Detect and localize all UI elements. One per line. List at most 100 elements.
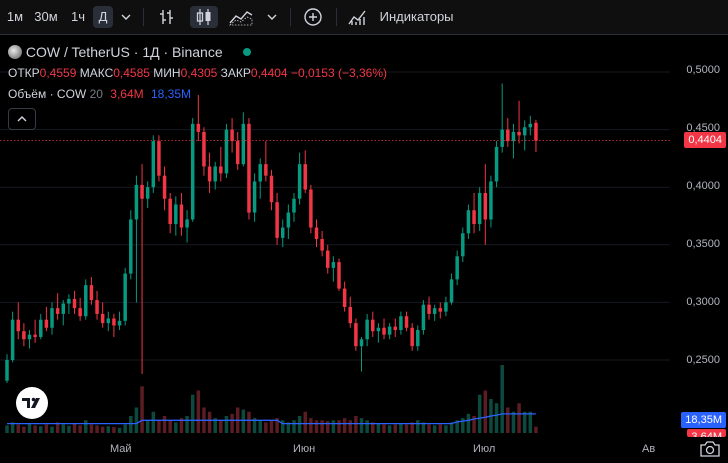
candle (461, 227, 465, 263)
candle (67, 294, 71, 314)
candle-body (303, 164, 307, 190)
volume-bar (348, 420, 352, 433)
candle-body (33, 334, 37, 337)
volume-legend[interactable]: Объём · COW 20 3,64M 18,35M (8, 87, 191, 101)
candle-body (528, 123, 533, 128)
candle-body (264, 164, 268, 176)
candle-body (258, 164, 262, 182)
volume-bar (314, 420, 319, 433)
candle-body (22, 331, 26, 340)
candle (140, 164, 144, 374)
change-value: −0,0153 (−3,36%) (290, 66, 388, 80)
volume-bar (382, 424, 386, 433)
candle-body (365, 319, 369, 340)
low-label: МИН (153, 66, 181, 80)
interval-dropdown-button[interactable] (116, 6, 136, 28)
volume-bar (393, 424, 398, 433)
candle-body (410, 327, 414, 347)
candle (427, 296, 431, 320)
volume-bar (224, 416, 229, 433)
candle-body (376, 327, 381, 332)
candle-body (219, 166, 223, 174)
volume-bar (387, 425, 392, 433)
volume-bar (151, 411, 156, 433)
candle (219, 146, 223, 182)
candle-body (84, 285, 88, 317)
candle-body (50, 308, 54, 328)
area-chart-type-button[interactable] (226, 6, 256, 28)
volume-bar (522, 411, 527, 433)
market-status-dot (242, 48, 251, 56)
candle-body (461, 233, 465, 257)
collapse-legend-button[interactable] (8, 108, 36, 130)
time-tick: Май (110, 443, 132, 455)
candle (444, 296, 448, 317)
candle-body (140, 184, 144, 199)
candle (89, 277, 94, 305)
interval-1m-button[interactable]: 1м (4, 6, 26, 28)
volume-bar (5, 425, 9, 433)
candle (528, 115, 533, 136)
plus-circle-icon (304, 8, 322, 26)
candle-body (134, 184, 139, 220)
tradingview-logo[interactable] (16, 387, 48, 419)
candle (286, 204, 291, 240)
interval-day-button[interactable]: Д (93, 6, 113, 28)
volume-bar (303, 411, 307, 433)
candle (168, 192, 172, 234)
volume-bar (50, 426, 54, 433)
interval-30m-button[interactable]: 30м (30, 6, 62, 28)
volume-ma-tag: 18,35M (681, 412, 726, 428)
candle (202, 127, 206, 176)
volume-bar (247, 411, 251, 433)
volume-bar (309, 418, 313, 433)
volume-bar (241, 409, 246, 433)
candle (534, 119, 538, 153)
bars-icon (160, 10, 173, 24)
candle (314, 219, 319, 248)
volume-bar (162, 416, 167, 433)
candle (269, 169, 274, 211)
candle-body (5, 360, 9, 381)
candles (5, 83, 538, 384)
candle-body (517, 131, 521, 136)
candle-body (129, 219, 133, 274)
high-value: 0,4585 (113, 66, 150, 80)
candle-body (472, 210, 476, 225)
volume-bar (174, 422, 178, 433)
chart-type-dropdown-button[interactable] (262, 6, 282, 28)
screenshot-button[interactable] (699, 440, 721, 463)
candle-body (444, 302, 448, 312)
volume-bar (27, 423, 32, 433)
bar-replay-button[interactable] (154, 6, 180, 28)
candle-body (67, 298, 71, 304)
compare-symbol-button[interactable] (300, 6, 326, 28)
candle (466, 204, 471, 240)
volume-bar (185, 416, 189, 433)
volume-bar (494, 403, 499, 433)
candle-body (162, 175, 167, 199)
indicators-button[interactable]: Индикаторы (346, 6, 464, 28)
interval-1h-button[interactable]: 1ч (66, 6, 90, 28)
volume-bar (354, 416, 358, 433)
volume-bar (326, 421, 330, 433)
candle-body (399, 316, 403, 331)
candle (44, 307, 49, 332)
close-value: 0,4404 (250, 66, 288, 80)
volume-bar (534, 426, 538, 433)
volume-label: Объём · COW (8, 87, 87, 101)
candle-body (348, 307, 352, 324)
candle (230, 118, 234, 153)
candle (185, 210, 189, 243)
toolbar-divider (143, 8, 144, 26)
candle (517, 100, 521, 144)
indicators-label: Индикаторы (379, 9, 454, 24)
candle-body (500, 129, 504, 147)
candle-body (106, 318, 111, 324)
candle (123, 267, 127, 326)
candles-chart-type-button[interactable] (190, 6, 218, 28)
volume-bar (84, 420, 88, 433)
candle-body (438, 308, 443, 312)
candle (61, 300, 66, 326)
symbol-legend[interactable]: COW / TetherUS · 1Д · Binance (8, 44, 251, 60)
